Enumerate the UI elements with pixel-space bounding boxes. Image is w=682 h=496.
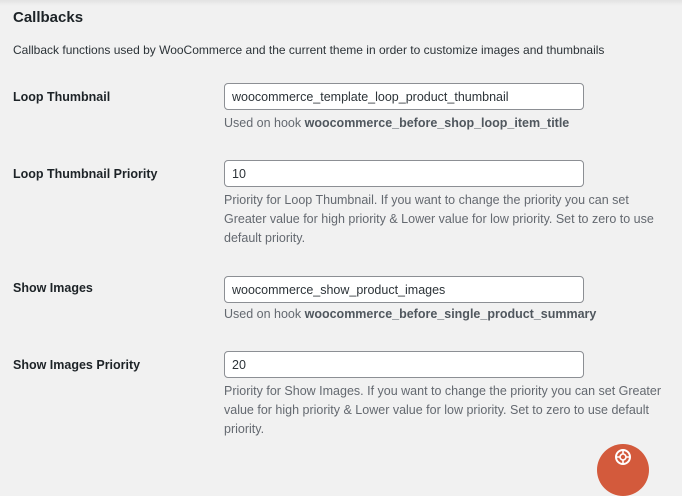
section-title: Callbacks [13,9,84,26]
top-shadow [0,0,682,6]
hook-name: woocommerce_before_shop_loop_item_title [304,116,570,130]
show-images-help: Used on hook woocommerce_before_single_p… [224,305,672,324]
show-images-input[interactable] [224,276,584,303]
loop-thumbnail-label: Loop Thumbnail [13,90,111,104]
loop-thumbnail-priority-label: Loop Thumbnail Priority [13,167,158,181]
loop-thumbnail-input[interactable] [224,83,584,110]
show-images-priority-input[interactable] [224,351,584,378]
section-description: Callback functions used by WooCommerce a… [13,43,605,57]
lifebuoy-icon [615,449,631,465]
help-prefix: Used on hook [224,116,305,130]
loop-thumbnail-help: Used on hook woocommerce_before_shop_loo… [224,114,672,133]
help-prefix: Used on hook [224,307,305,321]
show-images-priority-help: Priority for Show Images. If you want to… [224,384,662,436]
show-images-priority-label: Show Images Priority [13,358,141,372]
loop-thumbnail-priority-help: Priority for Loop Thumbnail. If you want… [224,193,654,245]
loop-thumbnail-priority-input[interactable] [224,160,584,187]
hook-name: woocommerce_before_single_product_summar… [304,307,597,321]
help-button[interactable] [597,444,649,496]
show-images-label: Show Images [13,281,93,295]
